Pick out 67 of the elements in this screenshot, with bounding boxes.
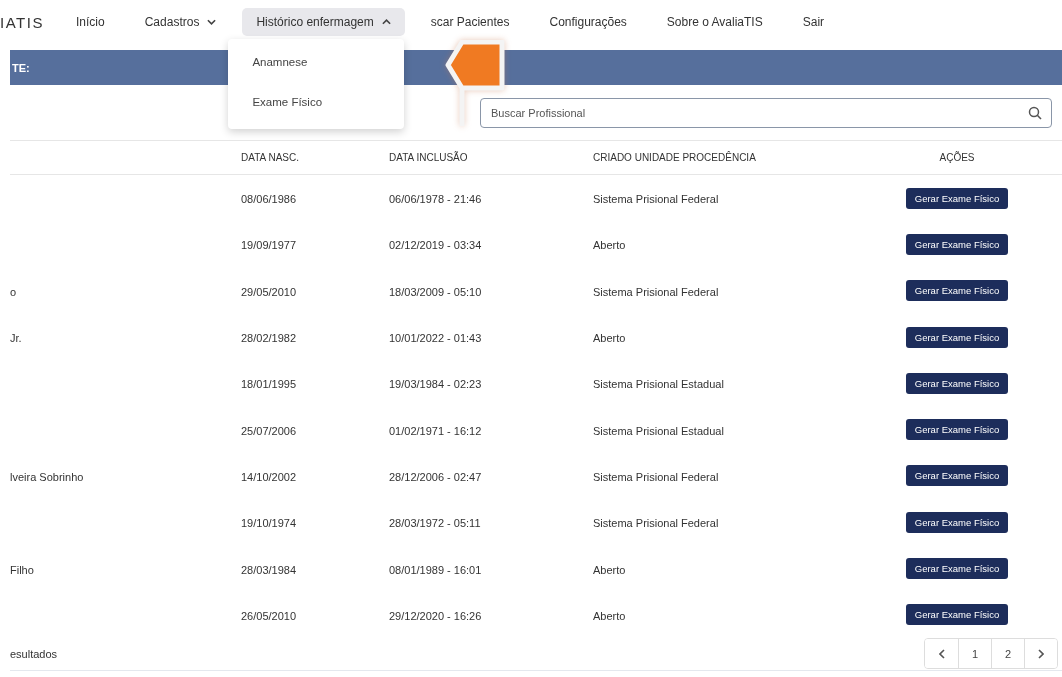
chevron-icon — [381, 19, 391, 25]
table-cell: 28/12/2006 - 02:47 — [389, 470, 482, 483]
table-cell: 19/09/1977 — [241, 239, 297, 252]
results-count: esultados — [10, 647, 58, 660]
menu-item[interactable]: Anamnese — [228, 52, 332, 72]
table-cell: 02/12/2019 - 03:34 — [389, 239, 482, 252]
table-cell: 28/03/1984 — [241, 563, 297, 576]
generate-exam-button[interactable]: Gerar Exame Físico — [905, 372, 1009, 394]
nav-item[interactable]: Sobre o AvaliaTIS — [652, 8, 777, 36]
generate-exam-button[interactable]: Gerar Exame Físico — [905, 511, 1009, 533]
table-cell: Aberto — [593, 563, 626, 576]
generate-exam-button[interactable]: Gerar Exame Físico — [905, 187, 1009, 209]
table-cell: 28/02/1982 — [241, 332, 297, 345]
chevron-right-icon — [1038, 648, 1044, 659]
nav-item[interactable]: scar Pacientes — [416, 8, 524, 36]
generate-exam-button[interactable]: Gerar Exame Físico — [905, 465, 1009, 487]
table-cell: 10/01/2022 - 01:43 — [389, 332, 482, 345]
table-cell: 08/06/1986 — [241, 193, 297, 206]
chevron-icon — [207, 19, 217, 25]
table-cell: 01/02/1971 - 16:12 — [389, 424, 482, 437]
table-cell: Aberto — [593, 332, 626, 345]
nav-item[interactable]: Configurações — [535, 8, 641, 36]
table-cell: Sistema Prisional Federal — [593, 285, 719, 298]
table-cell: 08/01/1989 - 16:01 — [389, 563, 482, 576]
table-cell: Sistema Prisional Estadual — [593, 378, 724, 391]
table-cell: 18/03/2009 - 05:10 — [389, 285, 482, 298]
table-cell: 14/10/2002 — [241, 470, 297, 483]
banner-title: TE: — [12, 61, 30, 74]
nav-item[interactable]: Sair — [788, 8, 839, 36]
table-cell: Sistema Prisional Federal — [593, 470, 719, 483]
table-cell: Sistema Prisional Estadual — [593, 424, 724, 437]
table-cell: 26/05/2010 — [241, 609, 297, 622]
table-cell: Filho — [10, 563, 34, 576]
column-header: DATA NASC. — [241, 152, 300, 163]
table-cell: 29/05/2010 — [241, 285, 297, 298]
search-icon — [1028, 106, 1042, 120]
table-cell: 28/03/1972 - 05:11 — [389, 517, 481, 530]
table-cell: 25/07/2006 — [241, 424, 297, 437]
table-cell: Aberto — [593, 239, 626, 252]
table-cell: Sistema Prisional Federal — [593, 193, 719, 206]
column-header: DATA INCLUSÃO — [389, 152, 469, 163]
search-field[interactable]: Buscar Profissional — [480, 98, 1052, 128]
column-header: CRIADO UNIDADE PROCEDÊNCIA — [593, 152, 757, 163]
table-cell: 18/01/1995 — [241, 378, 297, 391]
generate-exam-button[interactable]: Gerar Exame Físico — [905, 326, 1009, 348]
table-cell: 19/03/1984 - 02:23 — [389, 378, 482, 391]
app-logo: IATIS — [0, 13, 45, 31]
generate-exam-button[interactable]: Gerar Exame Físico — [905, 558, 1009, 579]
table-cell: Aberto — [593, 609, 626, 622]
generate-exam-button[interactable]: Gerar Exame Físico — [905, 419, 1009, 441]
nav-item[interactable]: Cadastros — [130, 8, 231, 36]
next-page-button[interactable] — [1024, 639, 1057, 669]
table-cell: 19/10/1974 — [241, 517, 297, 530]
nav-item[interactable]: Início — [62, 8, 119, 36]
column-header: AÇÕES — [939, 152, 975, 163]
chevron-left-icon — [938, 648, 945, 659]
table-cell: Jr. — [10, 332, 22, 345]
nav-item[interactable]: Histórico enfermagem — [242, 8, 405, 36]
menu-item[interactable]: Exame Físico — [228, 92, 347, 112]
table-cell: 29/12/2020 - 16:26 — [389, 609, 482, 622]
generate-exam-button[interactable]: Gerar Exame Físico — [905, 280, 1009, 302]
table-cell: Sistema Prisional Federal — [593, 517, 719, 530]
generate-exam-button[interactable]: Gerar Exame Físico — [905, 233, 1009, 255]
table-cell: lveira Sobrinho — [10, 470, 84, 483]
generate-exam-button[interactable]: Gerar Exame Físico — [905, 604, 1009, 626]
table-cell: 06/06/1978 - 21:46 — [389, 193, 482, 206]
table-cell: o — [10, 285, 17, 298]
